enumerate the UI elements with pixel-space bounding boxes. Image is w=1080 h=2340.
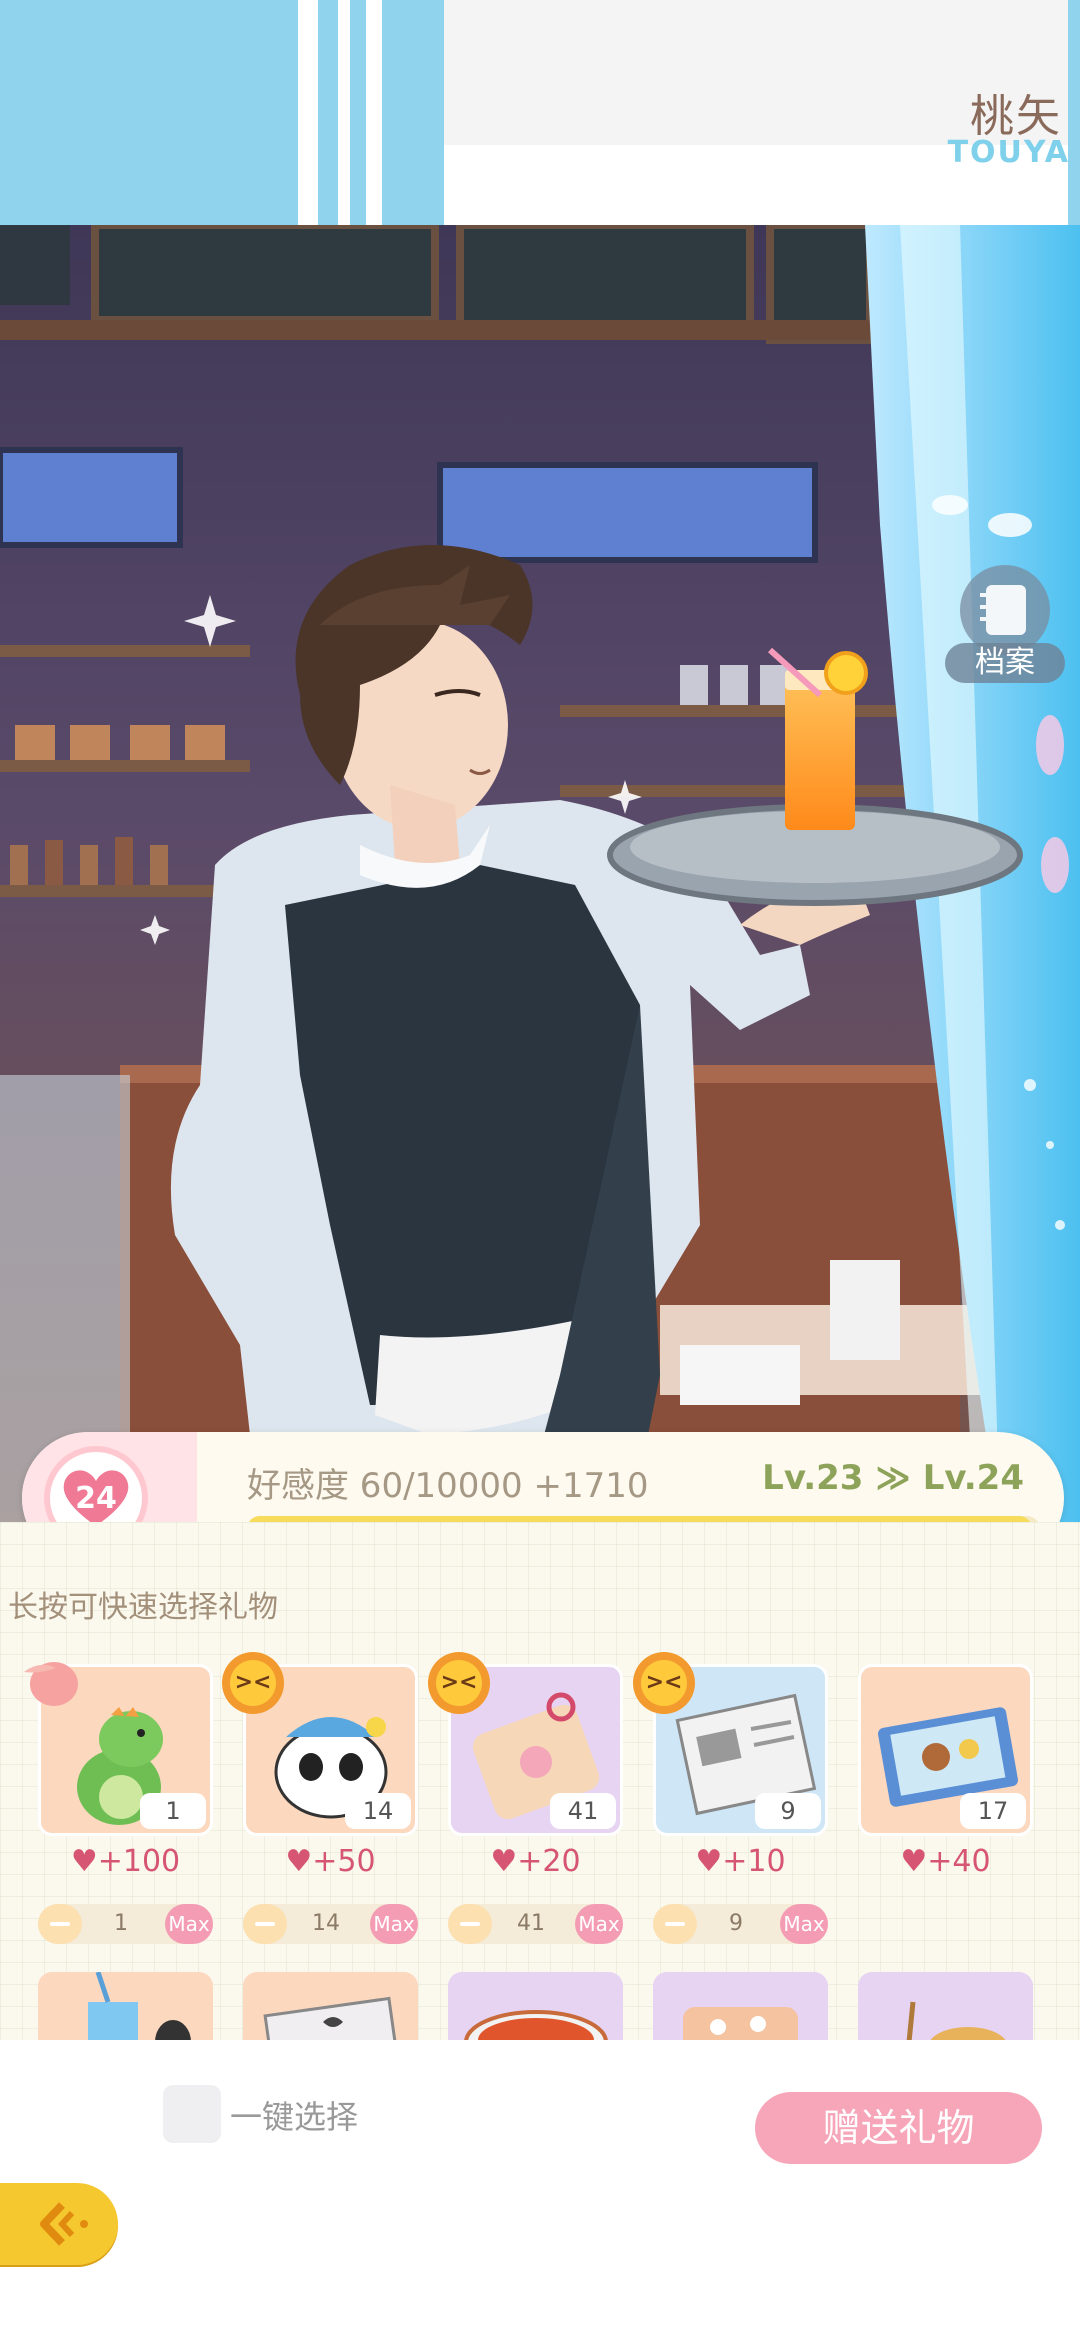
- affection-label: 好感度 60/10000 +1710: [247, 1466, 649, 1506]
- gift-affection-value: ♥+40: [900, 1844, 991, 1879]
- quantity-value: 1: [114, 1911, 128, 1936]
- gift-value-text: +100: [97, 1844, 181, 1879]
- snack-icon: [906, 2001, 1007, 2042]
- gift-item-drink[interactable]: [38, 1971, 213, 2042]
- back-button[interactable]: [0, 2183, 118, 2265]
- max-button[interactable]: Max: [165, 1904, 213, 1944]
- food-bowl-icon: [464, 2010, 608, 2042]
- cafe-illustration: [0, 225, 1080, 1525]
- quantity-value: 14: [312, 1911, 340, 1936]
- gift-value-text: +10: [722, 1844, 786, 1879]
- select-all-label[interactable]: 一键选择: [230, 2092, 358, 2138]
- bottom-bar: [0, 2040, 1080, 2340]
- gift-value-text: +50: [312, 1844, 376, 1879]
- gift-item-food-bowl[interactable]: [448, 1972, 623, 2042]
- header: 桃矢 TOUYA: [0, 0, 1080, 225]
- header-stripe: [1068, 0, 1080, 225]
- gift-count: 17: [960, 1793, 1026, 1829]
- decrease-button[interactable]: [448, 1904, 492, 1944]
- quantity-stepper: 41 Max: [448, 1904, 623, 1944]
- back-arrow-icon: [40, 2202, 88, 2246]
- gift-item-picture-book[interactable]: 17 ♥+40: [858, 1664, 1033, 1964]
- header-stripe: [0, 0, 298, 225]
- header-stripe-gap: [338, 0, 350, 225]
- max-button[interactable]: Max: [370, 1904, 418, 1944]
- quantity-stepper: 9 Max: [653, 1904, 828, 1944]
- gift-value-text: +20: [517, 1844, 581, 1879]
- character-roman-name: TOUYA: [947, 135, 1070, 170]
- max-button[interactable]: Max: [780, 1904, 828, 1944]
- select-all-checkbox[interactable]: [163, 2085, 221, 2143]
- header-stripe: [318, 0, 338, 225]
- quantity-stepper: 1 Max: [38, 1904, 213, 1944]
- laugh-emoji-icon: ><: [428, 1652, 490, 1714]
- laugh-emoji-icon: ><: [633, 1652, 695, 1714]
- decrease-button[interactable]: [653, 1904, 697, 1944]
- header-stripe: [382, 0, 444, 225]
- header-stripe-gap: [298, 0, 318, 225]
- gift-affection-value: ♥+50: [285, 1844, 376, 1879]
- gift-count: 9: [755, 1793, 821, 1829]
- gift-item-snack[interactable]: [858, 1972, 1033, 2042]
- gift-item-magazine[interactable]: [243, 1972, 418, 2042]
- peach-icon: [24, 1662, 78, 1706]
- gift-item-bento[interactable]: [653, 1972, 828, 2042]
- gift-panel: 长按可快速选择礼物 1 ♥+100 1 Max 14 ♥+50 14 Max >…: [0, 1522, 1080, 2042]
- quantity-value: 41: [517, 1911, 545, 1936]
- gift-affection-value: ♥+100: [70, 1844, 181, 1879]
- gift-affection-value: ♥+10: [695, 1844, 786, 1879]
- notebook-icon: [960, 565, 1050, 655]
- decrease-button[interactable]: [243, 1904, 287, 1944]
- quantity-value: 9: [729, 1911, 743, 1936]
- gift-count: 41: [550, 1793, 616, 1829]
- header-stripe: [350, 0, 366, 225]
- gift-count: 14: [345, 1793, 411, 1829]
- blue-drink-icon: [88, 1971, 191, 2042]
- profile-button[interactable]: 档案: [945, 565, 1065, 685]
- decrease-button[interactable]: [38, 1904, 82, 1944]
- send-gift-button[interactable]: 赠送礼物: [755, 2092, 1042, 2164]
- gift-count: 1: [140, 1793, 206, 1829]
- profile-label: 档案: [945, 643, 1065, 683]
- level-change: Lv.23 ≫ Lv.24: [762, 1458, 1024, 1498]
- laugh-emoji-icon: ><: [222, 1652, 284, 1714]
- magazine-icon: [263, 1996, 399, 2042]
- gift-card[interactable]: 17: [858, 1664, 1033, 1836]
- gift-value-text: +40: [927, 1844, 991, 1879]
- bento-icon: [683, 2007, 798, 2042]
- character-scene: 档案: [0, 225, 1080, 1525]
- gift-hint: 长按可快速选择礼物: [8, 1590, 278, 1625]
- max-button[interactable]: Max: [575, 1904, 623, 1944]
- gift-affection-value: ♥+20: [490, 1844, 581, 1879]
- quantity-stepper: 14 Max: [243, 1904, 418, 1944]
